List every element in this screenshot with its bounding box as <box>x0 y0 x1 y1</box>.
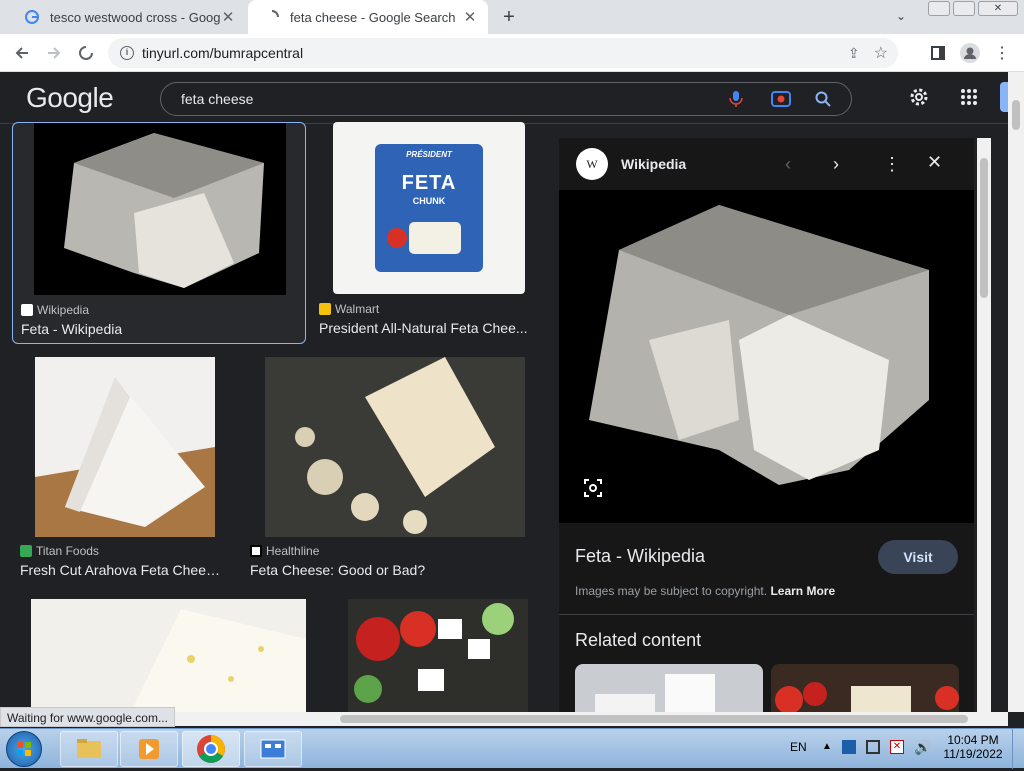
search-icon[interactable] <box>815 91 831 112</box>
window-close-button[interactable]: ✕ <box>978 1 1018 16</box>
chrome-icon[interactable] <box>182 731 240 767</box>
close-tab-icon[interactable]: ✕ <box>462 9 478 26</box>
stop-loading-icon[interactable] <box>74 41 98 65</box>
control-panel-icon[interactable] <box>244 731 302 767</box>
result-image[interactable] <box>35 357 215 537</box>
result-image[interactable] <box>31 599 306 712</box>
more-options-icon[interactable]: ⋮ <box>883 154 901 175</box>
tab-title: feta cheese - Google Search <box>290 9 456 25</box>
camera-lens-icon[interactable] <box>771 90 791 113</box>
new-tab-button[interactable]: + <box>498 6 520 28</box>
forward-arrow-icon[interactable] <box>42 41 66 65</box>
media-player-icon[interactable] <box>120 731 178 767</box>
menu-kebab-icon[interactable]: ⋮ <box>990 41 1014 65</box>
result-source: Walmart <box>335 302 380 316</box>
apps-grid-icon[interactable] <box>960 88 978 111</box>
result-image[interactable]: PRÉSIDENT FETA CHUNK <box>333 122 525 294</box>
lens-search-icon[interactable] <box>583 478 603 503</box>
divider <box>559 614 974 615</box>
minimize-button[interactable] <box>928 1 950 16</box>
result-source: Wikipedia <box>37 303 90 317</box>
result-source: Titan Foods <box>36 544 99 558</box>
google-favicon-icon <box>24 9 40 25</box>
show-hidden-icons-icon[interactable]: ▲ <box>822 741 832 752</box>
healthline-favicon-icon <box>250 545 262 557</box>
google-header: Google feta cheese <box>0 72 1008 124</box>
loading-spinner-icon <box>264 9 280 25</box>
close-tab-icon[interactable]: ✕ <box>220 9 236 26</box>
scroll-thumb[interactable] <box>1012 100 1020 130</box>
result-source: Healthline <box>266 544 320 558</box>
maximize-button[interactable] <box>953 1 975 16</box>
start-button[interactable] <box>6 731 42 767</box>
file-explorer-icon[interactable] <box>60 731 118 767</box>
walmart-favicon-icon <box>319 303 331 315</box>
url-text: tinyurl.com/bumrapcentral <box>142 45 304 61</box>
result-image[interactable] <box>265 357 525 537</box>
result-title[interactable]: President All-Natural Feta Chee... <box>319 320 529 336</box>
side-panel-icon[interactable] <box>926 41 950 65</box>
related-image[interactable] <box>575 664 763 712</box>
site-info-icon[interactable]: i <box>120 46 134 60</box>
toolbar: i tinyurl.com/bumrapcentral ⇪ ☆ ⋮ <box>0 34 1024 72</box>
network-icon[interactable] <box>866 740 880 754</box>
copyright-notice: Images may be subject to copyright. <box>575 584 768 598</box>
result-image[interactable] <box>348 599 528 712</box>
windows-taskbar: EN ▲ ✕ 🔊 10:04 PM 11/19/2022 <box>0 728 1024 769</box>
tab-feta-search[interactable]: feta cheese - Google Search ✕ <box>248 0 488 34</box>
status-bar: Waiting for www.google.com... <box>0 707 175 727</box>
titan-foods-favicon-icon <box>20 545 32 557</box>
clock-date: 11/19/2022 <box>943 747 1003 761</box>
result-card-selected[interactable]: Wikipedia Feta - Wikipedia <box>12 122 306 344</box>
hscroll-thumb[interactable] <box>340 715 968 723</box>
tab-title: tesco westwood cross - Google S <box>50 9 220 25</box>
microphone-icon[interactable] <box>729 90 743 113</box>
wikipedia-logo-icon: W <box>576 148 608 180</box>
browser-chrome: tesco westwood cross - Google S ✕ feta c… <box>0 0 1024 72</box>
panel-scrollbar[interactable] <box>977 138 991 712</box>
show-desktop-button[interactable] <box>1012 729 1024 769</box>
panel-source[interactable]: Wikipedia <box>621 156 686 172</box>
close-panel-icon[interactable]: ✕ <box>927 152 942 173</box>
related-content-heading: Related content <box>575 630 702 650</box>
account-edge[interactable] <box>1000 82 1008 112</box>
result-title[interactable]: Feta - Wikipedia <box>21 321 291 337</box>
address-bar[interactable]: i tinyurl.com/bumrapcentral ⇪ ☆ <box>108 38 898 68</box>
action-center-icon[interactable]: ✕ <box>890 740 904 754</box>
settings-gear-icon[interactable] <box>908 86 930 113</box>
page-scrollbar[interactable] <box>1008 72 1024 712</box>
result-title[interactable]: Fresh Cut Arahova Feta Chees... <box>20 562 222 578</box>
visit-button[interactable]: Visit <box>878 540 958 574</box>
google-images-page: Google feta cheese Wikipedia Feta - Wiki… <box>0 72 1008 712</box>
tab-search-icon[interactable]: ⌄ <box>896 9 906 23</box>
related-image[interactable] <box>771 664 959 712</box>
previous-chevron-icon[interactable]: ‹ <box>785 154 791 175</box>
feta-package-label: PRÉSIDENT FETA CHUNK <box>375 144 483 272</box>
clock[interactable]: 10:04 PM 11/19/2022 <box>940 733 1006 761</box>
google-logo[interactable]: Google <box>26 82 114 114</box>
wikipedia-favicon-icon <box>21 304 33 316</box>
tab-tesco[interactable]: tesco westwood cross - Google S ✕ <box>8 0 246 34</box>
bookmark-star-icon[interactable]: ☆ <box>874 43 888 63</box>
learn-more-link[interactable]: Learn More <box>770 584 835 598</box>
language-indicator[interactable]: EN <box>790 740 807 754</box>
image-preview-panel: W Wikipedia ‹ › ⋮ ✕ Feta - Wikipedia Vis… <box>559 138 974 712</box>
search-input[interactable]: feta cheese <box>181 91 253 107</box>
tray-app-icon[interactable] <box>842 740 856 754</box>
volume-icon[interactable]: 🔊 <box>914 739 931 756</box>
search-box[interactable]: feta cheese <box>160 82 852 116</box>
panel-title[interactable]: Feta - Wikipedia <box>575 546 705 567</box>
next-chevron-icon[interactable]: › <box>833 154 839 175</box>
clock-time: 10:04 PM <box>947 733 999 747</box>
profile-avatar-icon[interactable] <box>958 41 982 65</box>
preview-image[interactable] <box>559 190 974 523</box>
back-arrow-icon[interactable] <box>10 41 34 65</box>
result-title[interactable]: Feta Cheese: Good or Bad? <box>250 562 450 578</box>
share-icon[interactable]: ⇪ <box>848 45 860 62</box>
result-image[interactable] <box>34 123 286 295</box>
